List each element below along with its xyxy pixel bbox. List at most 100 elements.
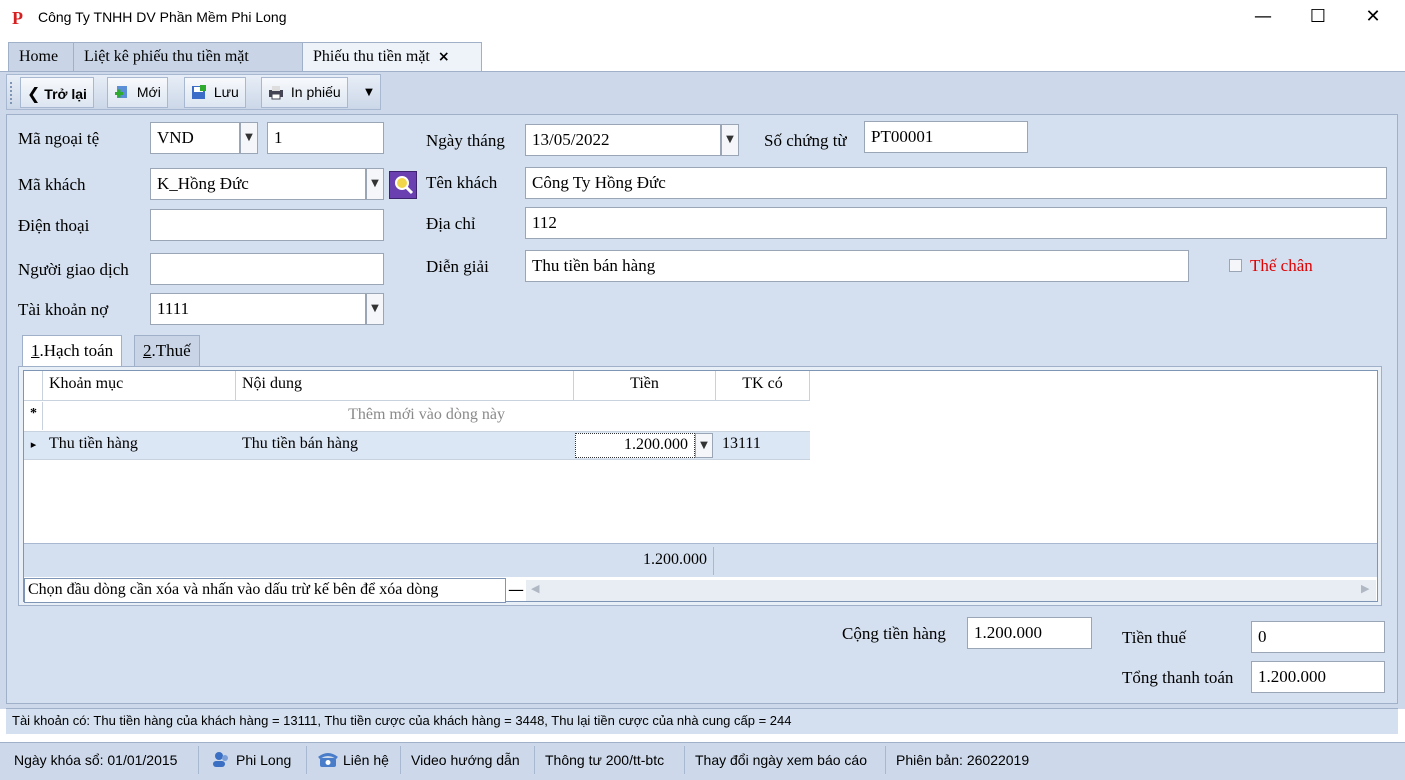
back-button[interactable]: ❮ Trở lại [20, 77, 94, 108]
tab-tax-key: 2 [143, 341, 152, 360]
column-header-content[interactable]: Nội dung [236, 371, 574, 401]
phone-icon [318, 751, 338, 769]
grand-total-label: Tổng thanh toán [1122, 668, 1234, 687]
goods-total-label: Cộng tiền hàng [842, 624, 946, 643]
user-icon [212, 750, 230, 768]
chevron-left-icon: ❮ [27, 84, 41, 103]
tab-accounting[interactable]: 1.Hạch toán [22, 335, 123, 368]
row-account-cell[interactable]: 13111 [716, 431, 810, 453]
description-label: Diễn giải [426, 257, 489, 276]
currency-select[interactable]: VND [150, 122, 240, 154]
address-label: Địa chỉ [426, 214, 476, 233]
close-window-button[interactable]: ✕ [1350, 0, 1396, 36]
account-info-line: Tài khoản có: Thu tiền hàng của khách hà… [6, 708, 1398, 734]
tab-accounting-key: 1 [31, 341, 40, 360]
column-header-account[interactable]: TK có [716, 371, 810, 401]
toolbar-grip [10, 82, 13, 104]
status-separator [306, 746, 307, 774]
new-button[interactable]: Mới [107, 77, 168, 108]
tab-close-icon[interactable]: × [438, 49, 450, 65]
status-separator [684, 746, 685, 774]
save-button[interactable]: Lưu [184, 77, 246, 108]
currency-dropdown-icon[interactable]: ▼ [240, 122, 258, 154]
row-indicator-icon: ▸ [30, 438, 37, 451]
debit-account-label: Tài khoản nợ [18, 300, 109, 319]
maximize-button[interactable]: ☐ [1295, 0, 1341, 36]
add-document-icon [114, 84, 130, 100]
contact-person-input[interactable] [150, 253, 384, 285]
save-icon [191, 84, 207, 100]
new-row-hint[interactable]: Thêm mới vào dòng này [43, 402, 810, 430]
amount-dropdown-icon[interactable]: ▼ [695, 433, 713, 458]
tab-cash-receipt[interactable]: Phiếu thu tiền mặt × [302, 42, 482, 73]
grand-total-input[interactable]: 1.200.000 [1251, 661, 1385, 693]
customer-name-label: Tên khách [426, 173, 498, 192]
status-separator [885, 746, 886, 774]
change-report-date-link[interactable]: Thay đổi ngày xem báo cáo [695, 752, 867, 768]
customer-search-icon[interactable] [389, 171, 417, 199]
description-input[interactable]: Thu tiền bán hàng [525, 250, 1189, 282]
customer-code-select[interactable]: K_Hồng Đức [150, 168, 366, 200]
tab-home-label: Home [19, 48, 59, 65]
debit-account-select[interactable]: 1111 [150, 293, 366, 325]
contact-link[interactable]: Liên hệ [343, 752, 389, 768]
tab-tax-label: .Thuế [151, 341, 191, 360]
window-title: Công Ty TNHH DV Phần Mềm Phi Long [38, 9, 287, 25]
date-dropdown-icon[interactable]: ▼ [721, 124, 739, 156]
app-logo-icon: P [12, 8, 23, 28]
toolbar-overflow-icon[interactable]: ▼ [360, 80, 378, 106]
deposit-checkbox[interactable] [1229, 259, 1242, 272]
tab-cash-receipt-label: Phiếu thu tiền mặt [313, 48, 430, 65]
printer-icon [268, 84, 284, 100]
tab-accounting-label: .Hạch toán [39, 341, 114, 360]
scroll-left-icon[interactable]: ◀ [531, 582, 539, 595]
save-button-label: Lưu [213, 84, 239, 100]
print-button[interactable]: In phiếu [261, 77, 348, 108]
print-button-label: In phiếu [290, 84, 341, 100]
tab-tax[interactable]: 2.Thuế [134, 335, 200, 367]
row-amount-cell[interactable]: 1.200.000 [575, 433, 695, 458]
phone-label: Điện thoại [18, 216, 90, 235]
lock-date-text: Ngày khóa sổ: 01/01/2015 [14, 752, 178, 768]
date-input[interactable]: 13/05/2022 [525, 124, 721, 156]
row-item-cell[interactable]: Thu tiền hàng [43, 431, 236, 453]
scroll-right-icon[interactable]: ▶ [1361, 582, 1369, 595]
delete-hint-text: Chọn đầu dòng cần xóa và nhấn vào dấu tr… [24, 578, 506, 603]
circular-link[interactable]: Thông tư 200/tt-btc [545, 752, 664, 768]
phone-input[interactable] [150, 209, 384, 241]
tab-receipt-list-label: Liệt kê phiếu thu tiền mặt [84, 48, 249, 65]
back-button-label: Trở lại [44, 86, 87, 102]
video-guide-link[interactable]: Video hướng dẫn [411, 752, 520, 768]
user-name[interactable]: Phi Long [236, 752, 291, 768]
debit-account-dropdown-icon[interactable]: ▼ [366, 293, 384, 325]
deposit-label: Thế chân [1250, 256, 1313, 275]
status-separator [198, 746, 199, 774]
tax-total-label: Tiền thuế [1122, 628, 1187, 647]
column-header-item[interactable]: Khoản mục [43, 371, 236, 401]
voucher-number-label: Số chứng từ [764, 131, 847, 150]
status-separator [400, 746, 401, 774]
address-input[interactable]: 112 [525, 207, 1387, 239]
customer-code-label: Mã khách [18, 175, 86, 194]
new-row-marker-icon: * [24, 402, 43, 430]
grid-total-amount: 1.200.000 [574, 547, 714, 575]
currency-label: Mã ngoại tệ [18, 129, 100, 148]
minimize-button[interactable]: — [1240, 0, 1286, 36]
row-content-cell[interactable]: Thu tiền bán hàng [236, 431, 574, 453]
tab-receipt-list[interactable]: Liệt kê phiếu thu tiền mặt [73, 42, 303, 72]
delete-row-icon[interactable]: — [508, 580, 524, 599]
grid-corner [24, 371, 43, 401]
goods-total-input[interactable]: 1.200.000 [967, 617, 1092, 649]
contact-person-label: Người giao dịch [18, 260, 129, 279]
customer-name-input[interactable]: Công Ty Hồng Đức [525, 167, 1387, 199]
tax-total-input[interactable]: 0 [1251, 621, 1385, 653]
grid-horizontal-scrollbar[interactable] [526, 580, 1376, 601]
date-label: Ngày tháng [426, 131, 505, 150]
voucher-number-input[interactable]: PT00001 [864, 121, 1028, 153]
status-separator [534, 746, 535, 774]
column-header-amount[interactable]: Tiền [574, 371, 716, 401]
version-text: Phiên bản: 26022019 [896, 752, 1030, 768]
tab-home[interactable]: Home [8, 42, 74, 72]
customer-code-dropdown-icon[interactable]: ▼ [366, 168, 384, 200]
exchange-rate-input[interactable]: 1 [267, 122, 384, 154]
